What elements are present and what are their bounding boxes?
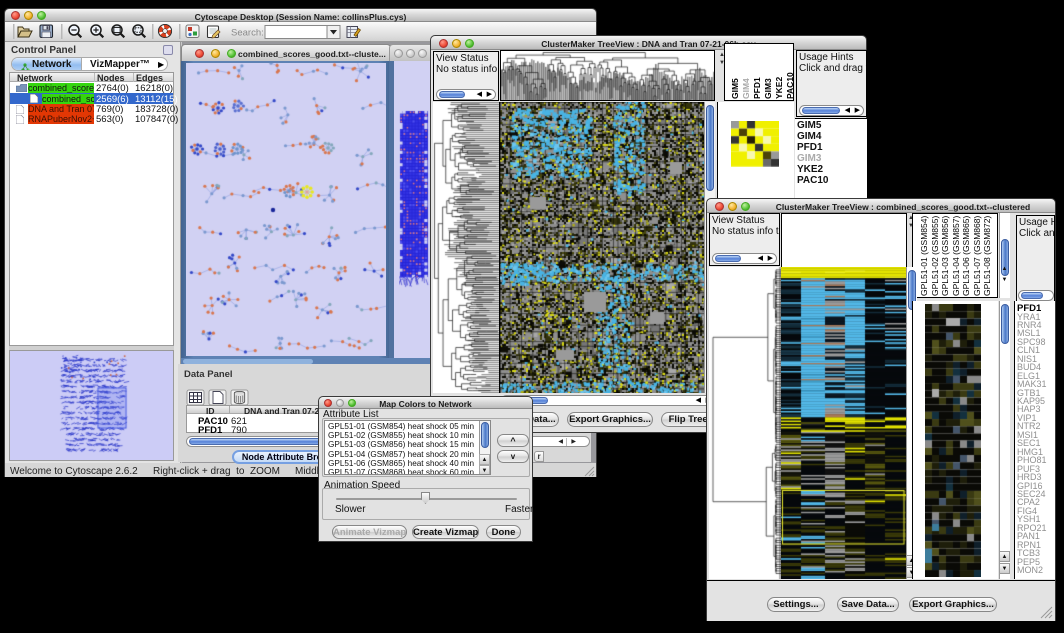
svg-text:Search:: Search: <box>231 28 264 39</box>
